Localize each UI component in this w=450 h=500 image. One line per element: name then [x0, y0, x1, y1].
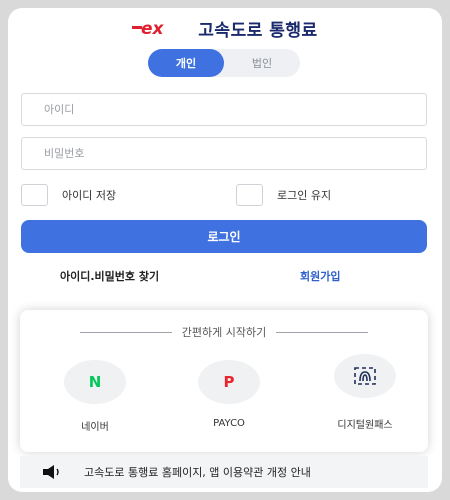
header: ex 고속도로 통행료 [8, 14, 442, 42]
fingerprint-icon [354, 367, 376, 385]
keep-login-row: 로그인 유지 [236, 184, 331, 206]
notice-bar: 고속도로 통행료 홈페이지, 앱 이용약관 개정 안내 [20, 456, 428, 488]
login-button[interactable]: 로그인 [21, 220, 427, 253]
payco-label: PAYCO [213, 418, 245, 429]
keep-login-label: 로그인 유지 [277, 189, 332, 202]
member-type-tabs: 개인 법인 [148, 49, 300, 77]
tab-personal[interactable]: 개인 [148, 49, 224, 77]
keep-login-checkbox[interactable] [236, 184, 263, 206]
divider-right [276, 331, 369, 333]
password-input[interactable] [21, 137, 427, 170]
signup-link[interactable]: 회원가입 [300, 268, 340, 284]
ex-logo-icon: ex [132, 19, 165, 37]
logo-lettering: ex [141, 19, 165, 37]
login-card: ex 고속도로 통행료 개인 법인 아이디 저장 로그인 유지 로그인 아이디.… [8, 8, 442, 492]
quick-login-heading: 간편하게 시작하기 [20, 324, 428, 340]
naver-label: 네이버 [81, 422, 109, 433]
quick-login-title: 간편하게 시작하기 [181, 326, 267, 339]
ex-logo: ex [132, 19, 190, 37]
quick-login-panel: 간편하게 시작하기 N 네이버 P PAYCO 디지털원패스 [20, 310, 428, 452]
digital-onepass-icon[interactable] [334, 354, 396, 398]
find-account-link[interactable]: 아이디.비밀번호 찾기 [60, 268, 159, 284]
save-id-label: 아이디 저장 [62, 189, 117, 202]
site-title: 고속도로 통행료 [198, 20, 318, 41]
naver-login[interactable]: N 네이버 [50, 360, 140, 433]
digital-onepass-label: 디지털원패스 [337, 420, 393, 431]
payco-login[interactable]: P PAYCO [184, 360, 274, 429]
payco-icon[interactable]: P [198, 360, 260, 404]
digital-onepass-login[interactable]: 디지털원패스 [320, 354, 410, 431]
id-input[interactable] [21, 93, 427, 126]
speaker-icon [42, 465, 64, 479]
tab-corporate[interactable]: 법인 [224, 49, 300, 77]
notice-text[interactable]: 고속도로 통행료 홈페이지, 앱 이용약관 개정 안내 [84, 464, 311, 480]
divider-left [79, 331, 172, 333]
naver-icon[interactable]: N [64, 360, 126, 404]
save-id-checkbox[interactable] [21, 184, 48, 206]
save-id-row: 아이디 저장 [21, 184, 116, 206]
